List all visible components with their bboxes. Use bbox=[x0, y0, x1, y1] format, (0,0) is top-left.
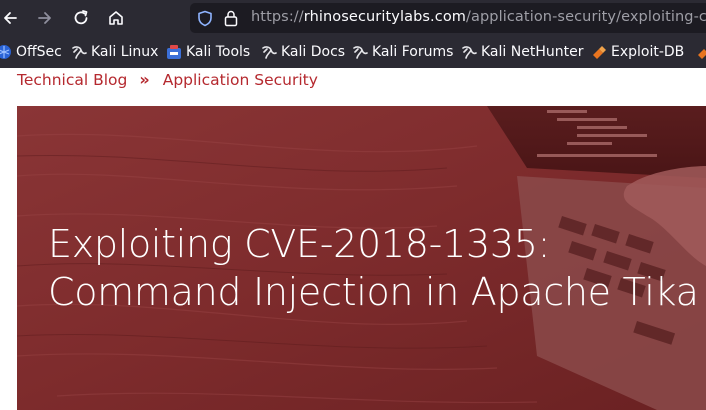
bookmark-label: OffSec bbox=[16, 44, 62, 60]
bookmark-label: Exploit-DB bbox=[611, 44, 685, 60]
breadcrumb-separator-icon: » bbox=[139, 70, 149, 89]
bookmark-kali-docs[interactable]: Kali Docs bbox=[261, 43, 345, 61]
arrow-right-icon bbox=[38, 12, 51, 24]
breadcrumb: Technical Blog » Application Security bbox=[17, 70, 318, 89]
bookmark-kali-forums[interactable]: Kali Forums bbox=[352, 43, 453, 61]
url-host: rhinosecuritylabs.com bbox=[303, 9, 467, 25]
article-title: Exploiting CVE-2018-1335: Command Inject… bbox=[48, 220, 706, 316]
bookmark-kali-linux[interactable]: Kali Linux bbox=[71, 43, 158, 61]
forward-button[interactable] bbox=[35, 8, 55, 28]
bookmark-label: Kali Forums bbox=[372, 44, 454, 60]
bookmark-kali-tools[interactable]: Kali Tools bbox=[166, 43, 250, 61]
url-text[interactable]: https://rhinosecuritylabs.com/applicatio… bbox=[251, 9, 706, 25]
bookmark-exploit-db[interactable]: Exploit-DB bbox=[591, 43, 684, 61]
url-path: /application-security/exploiting-cve-2 bbox=[466, 9, 706, 25]
browser-toolbar: https://rhinosecuritylabs.com/applicatio… bbox=[0, 0, 706, 36]
kali-tools-icon bbox=[167, 45, 181, 59]
breadcrumb-link-technical-blog[interactable]: Technical Blog bbox=[17, 71, 127, 89]
back-button[interactable] bbox=[0, 8, 20, 28]
hero-banner: Exploiting CVE-2018-1335: Command Inject… bbox=[17, 106, 706, 410]
reload-icon bbox=[74, 10, 88, 25]
bookmark-overflow[interactable] bbox=[696, 43, 706, 61]
home-button[interactable] bbox=[106, 8, 126, 28]
kali-dragon-icon bbox=[462, 46, 477, 59]
bookmark-offsec[interactable]: OffSec bbox=[0, 43, 62, 61]
exploit-db-icon bbox=[698, 49, 706, 59]
page-content: Technical Blog » Application Security Ex… bbox=[0, 68, 706, 410]
url-scheme: https:// bbox=[251, 9, 304, 25]
offsec-icon bbox=[0, 45, 11, 59]
bookmark-label: Kali Docs bbox=[281, 44, 346, 60]
url-bar[interactable]: https://rhinosecuritylabs.com/applicatio… bbox=[190, 3, 706, 33]
breadcrumb-link-application-security[interactable]: Application Security bbox=[163, 71, 318, 89]
kali-dragon-icon bbox=[72, 46, 87, 59]
article-title-line-1: Exploiting CVE-2018-1335: bbox=[48, 222, 551, 266]
kali-dragon-icon bbox=[262, 46, 277, 59]
kali-dragon-icon bbox=[353, 46, 368, 59]
exploit-db-icon bbox=[593, 46, 606, 59]
bookmarks-bar: OffSec Kali Linux Kali Tools Kali Docs K… bbox=[0, 36, 706, 68]
bookmark-label: Kali Tools bbox=[186, 44, 251, 60]
reload-button[interactable] bbox=[71, 8, 91, 28]
tracking-protection-shield-icon[interactable] bbox=[197, 10, 213, 27]
home-icon bbox=[109, 11, 123, 25]
bookmark-kali-nethunter[interactable]: Kali NetHunter bbox=[461, 43, 583, 61]
article-title-line-2: Command Injection in Apache Tika bbox=[48, 270, 699, 314]
arrow-left-icon bbox=[4, 12, 17, 24]
bookmark-label: Kali Linux bbox=[91, 44, 159, 60]
lock-icon[interactable] bbox=[224, 10, 238, 27]
bookmark-label: Kali NetHunter bbox=[481, 44, 584, 60]
